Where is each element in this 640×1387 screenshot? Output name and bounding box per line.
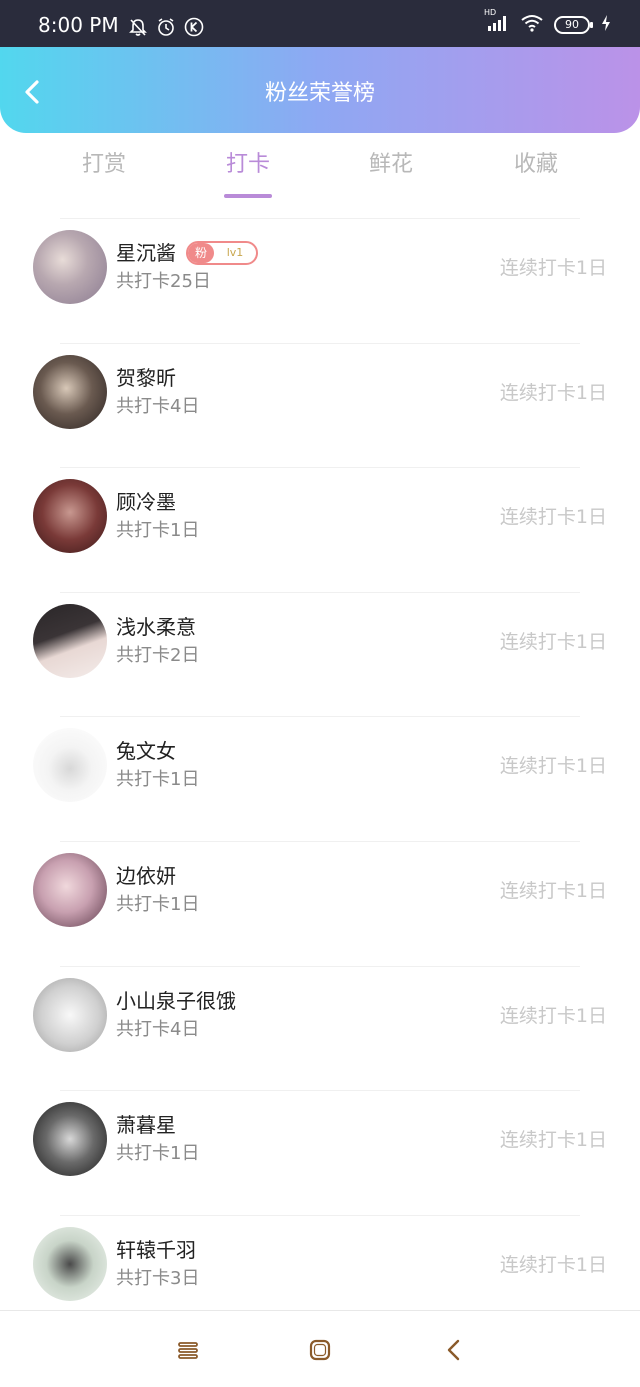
k-circle-icon <box>184 17 204 41</box>
fan-name: 星沉酱 <box>116 241 176 265</box>
active-tab-indicator <box>224 194 272 198</box>
list-item[interactable]: 萧暮星 共打卡1日 连续打卡1日 <box>0 1090 640 1215</box>
list-item[interactable]: 兔文女 共打卡1日 连续打卡1日 <box>0 716 640 841</box>
tab-favorites[interactable]: 收藏 <box>491 150 581 180</box>
streak-days: 连续打卡1日 <box>499 1004 607 1027</box>
signal-icon: HD <box>484 8 510 36</box>
bell-off-icon <box>128 17 148 41</box>
status-time: 8:00 PM <box>38 13 119 37</box>
home-button[interactable] <box>307 1337 333 1363</box>
charging-icon <box>600 14 612 36</box>
streak-days: 连续打卡1日 <box>499 755 607 778</box>
total-checkins: 共打卡4日 <box>116 395 200 417</box>
fan-name: 顾冷墨 <box>116 490 176 515</box>
list-item[interactable]: 小山泉子很饿 共打卡4日 连续打卡1日 <box>0 965 640 1091</box>
fan-list: 星沉酱 粉 lv1 共打卡25日 连续打卡1日 贺黎昕 共打卡4日 连续打卡1日… <box>0 218 640 1339</box>
list-item[interactable]: 星沉酱 粉 lv1 共打卡25日 连续打卡1日 <box>0 218 640 343</box>
total-checkins: 共打卡1日 <box>116 769 200 791</box>
total-checkins: 共打卡1日 <box>116 520 200 542</box>
total-checkins: 共打卡25日 <box>116 271 211 292</box>
page-title: 粉丝荣誉榜 <box>264 81 375 106</box>
streak-days: 连续打卡1日 <box>499 1129 607 1152</box>
menu-button[interactable] <box>175 1337 201 1363</box>
menu-icon <box>178 1342 198 1359</box>
status-left-icons <box>128 17 204 41</box>
streak-days: 连续打卡1日 <box>499 257 607 279</box>
streak-days: 连续打卡1日 <box>499 630 607 653</box>
status-bar: 8:00 PM HD 90 <box>0 0 640 47</box>
wifi-icon <box>520 14 544 36</box>
total-checkins: 共打卡2日 <box>116 644 200 666</box>
fan-name: 浅水柔意 <box>116 614 196 639</box>
hd-label: HD <box>484 8 497 17</box>
streak-days: 连续打卡1日 <box>499 879 607 902</box>
status-right-icons: HD 90 <box>484 8 612 36</box>
streak-days: 连续打卡1日 <box>499 506 607 529</box>
fan-name: 贺黎昕 <box>116 365 176 390</box>
total-checkins: 共打卡1日 <box>116 1143 200 1165</box>
list-item[interactable]: 浅水柔意 共打卡2日 连续打卡1日 <box>0 591 640 717</box>
tab-reward[interactable]: 打赏 <box>59 150 149 180</box>
system-nav-bar <box>0 1310 640 1387</box>
back-chevron-icon <box>447 1339 460 1361</box>
fan-name: 萧暮星 <box>116 1113 176 1138</box>
avatar <box>33 354 107 429</box>
list-item[interactable]: 贺黎昕 共打卡4日 连续打卡1日 <box>0 342 640 468</box>
total-checkins: 共打卡4日 <box>116 1018 200 1040</box>
tab-bar: 打赏 打卡 鲜花 收藏 <box>0 140 640 202</box>
streak-days: 连续打卡1日 <box>499 381 607 404</box>
avatar <box>33 728 107 803</box>
avatar <box>33 603 107 678</box>
streak-days: 连续打卡1日 <box>499 1253 607 1276</box>
fan-badge-label: 粉 <box>188 243 214 263</box>
tab-checkin[interactable]: 打卡 <box>203 150 293 180</box>
avatar <box>33 230 107 304</box>
avatar <box>33 479 107 554</box>
fan-name: 小山泉子很饿 <box>116 988 236 1013</box>
list-item[interactable]: 边依妍 共打卡1日 连续打卡1日 <box>0 840 640 966</box>
avatar <box>33 1102 107 1177</box>
fan-name: 轩辕千羽 <box>116 1237 196 1262</box>
home-square-icon <box>309 1339 331 1361</box>
avatar <box>33 852 107 927</box>
alarm-icon <box>156 17 176 41</box>
list-item[interactable]: 顾冷墨 共打卡1日 连续打卡1日 <box>0 467 640 592</box>
total-checkins: 共打卡3日 <box>116 1267 200 1289</box>
tab-flowers[interactable]: 鲜花 <box>346 150 436 180</box>
header: 粉丝荣誉榜 <box>0 47 640 133</box>
fan-name: 兔文女 <box>116 739 176 764</box>
fan-badge-level: lv1 <box>226 246 244 259</box>
fan-level-badge: 粉 lv1 <box>186 241 258 265</box>
avatar <box>33 977 107 1052</box>
avatar <box>33 1226 107 1301</box>
fan-name: 边依妍 <box>116 863 176 888</box>
back-nav-button[interactable] <box>442 1337 468 1363</box>
battery-icon: 90 <box>554 16 593 34</box>
total-checkins: 共打卡1日 <box>116 893 200 915</box>
